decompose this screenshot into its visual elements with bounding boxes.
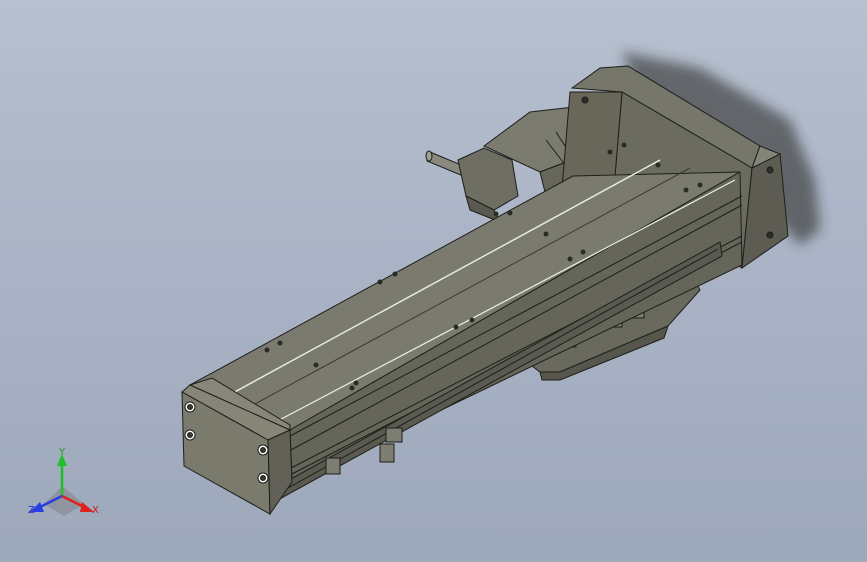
- coordinate-triad: Y X Z: [24, 446, 104, 526]
- linear-actuator-model[interactable]: [0, 0, 867, 562]
- triad-y-label: Y: [59, 447, 66, 458]
- triad-x-label: X: [92, 505, 99, 516]
- graphics-viewport[interactable]: Y X Z: [0, 0, 867, 562]
- triad-z-label: Z: [28, 505, 35, 516]
